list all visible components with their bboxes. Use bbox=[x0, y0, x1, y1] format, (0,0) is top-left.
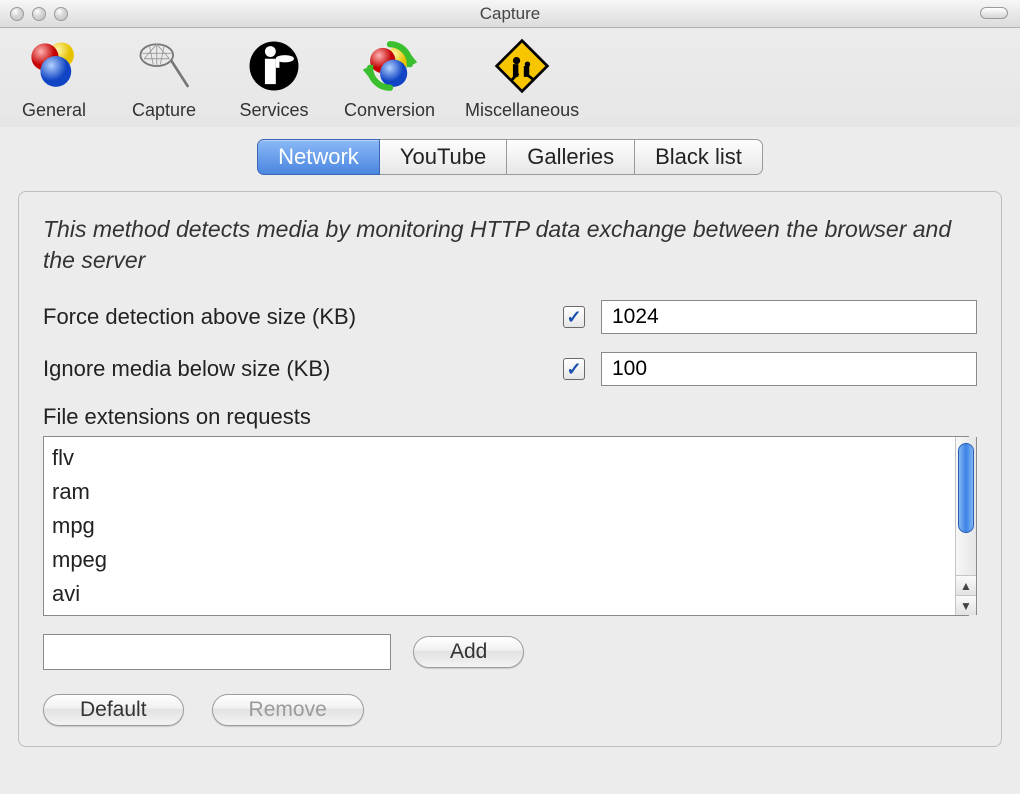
list-item[interactable]: mpg bbox=[52, 509, 960, 543]
force-detection-input[interactable] bbox=[601, 300, 977, 334]
conversion-icon bbox=[358, 34, 422, 98]
list-item[interactable]: mpeg bbox=[52, 543, 960, 577]
toolbar-label: Conversion bbox=[344, 100, 435, 121]
tab-galleries[interactable]: Galleries bbox=[506, 139, 635, 175]
ignore-media-input[interactable] bbox=[601, 352, 977, 386]
scroll-down-button[interactable]: ▼ bbox=[956, 595, 976, 615]
add-button[interactable]: Add bbox=[413, 636, 524, 668]
toolbar-item-conversion[interactable]: Conversion bbox=[344, 34, 435, 121]
preferences-toolbar: General Capture Services bbox=[0, 28, 1020, 127]
segmented-tabs: Network YouTube Galleries Black list bbox=[257, 139, 763, 175]
extensions-list[interactable]: flv ram mpg mpeg avi bbox=[43, 436, 969, 616]
toolbar-label: General bbox=[22, 100, 86, 121]
add-extension-input[interactable] bbox=[43, 634, 391, 670]
toolbar-pill-button[interactable] bbox=[980, 7, 1008, 19]
toolbar-label: Miscellaneous bbox=[465, 100, 579, 121]
ignore-media-label: Ignore media below size (KB) bbox=[43, 356, 563, 382]
default-button[interactable]: Default bbox=[43, 694, 184, 726]
ignore-media-checkbox[interactable] bbox=[563, 358, 585, 380]
waiter-icon bbox=[242, 34, 306, 98]
toolbar-label: Services bbox=[239, 100, 308, 121]
tab-blacklist[interactable]: Black list bbox=[634, 139, 763, 175]
remove-button[interactable]: Remove bbox=[212, 694, 364, 726]
toolbar-item-capture[interactable]: Capture bbox=[124, 34, 204, 121]
network-panel: This method detects media by monitoring … bbox=[18, 191, 1002, 747]
list-scrollbar[interactable]: ▲ ▼ bbox=[955, 437, 977, 615]
toolbar-item-miscellaneous[interactable]: Miscellaneous bbox=[465, 34, 579, 121]
tab-youtube[interactable]: YouTube bbox=[379, 139, 507, 175]
force-detection-label: Force detection above size (KB) bbox=[43, 304, 563, 330]
toolbar-label: Capture bbox=[132, 100, 196, 121]
toolbar-item-services[interactable]: Services bbox=[234, 34, 314, 121]
scroll-up-button[interactable]: ▲ bbox=[956, 575, 976, 595]
toolbar-item-general[interactable]: General bbox=[14, 34, 94, 121]
panel-description: This method detects media by monitoring … bbox=[43, 214, 977, 276]
list-item[interactable]: ram bbox=[52, 475, 960, 509]
titlebar: Capture bbox=[0, 0, 1020, 28]
window-title: Capture bbox=[0, 4, 1020, 24]
list-item[interactable]: avi bbox=[52, 577, 960, 611]
balloons-icon bbox=[22, 34, 86, 98]
list-item[interactable]: flv bbox=[52, 441, 960, 475]
scrollbar-thumb[interactable] bbox=[958, 443, 974, 533]
file-extensions-label: File extensions on requests bbox=[43, 404, 977, 430]
tab-network[interactable]: Network bbox=[257, 139, 380, 175]
net-icon bbox=[132, 34, 196, 98]
warning-sign-icon bbox=[490, 34, 554, 98]
force-detection-checkbox[interactable] bbox=[563, 306, 585, 328]
